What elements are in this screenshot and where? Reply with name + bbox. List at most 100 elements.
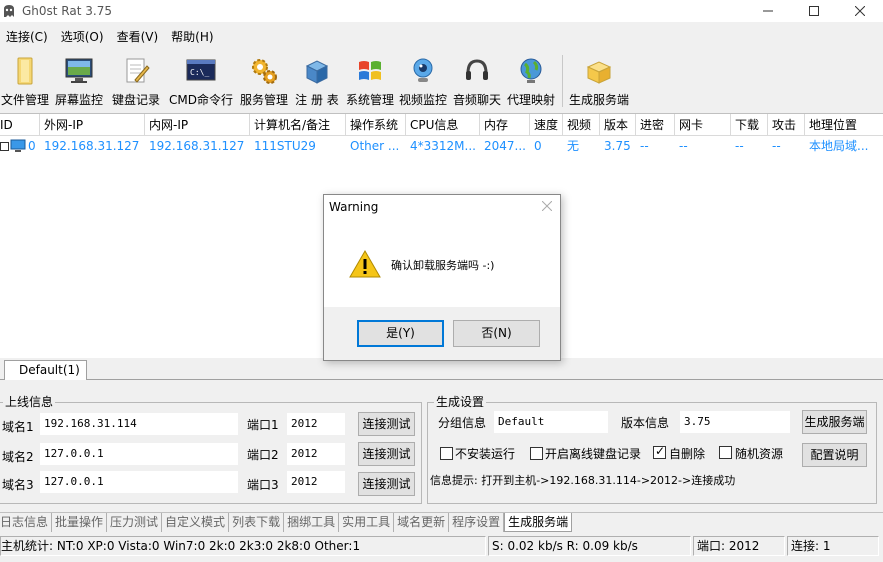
tab-domain-update[interactable]: 域名更新: [394, 513, 450, 532]
col-id[interactable]: ID: [0, 114, 40, 135]
test-connection-1-button[interactable]: 连接测试: [358, 412, 415, 436]
tab-build-server[interactable]: 生成服务端: [504, 513, 573, 532]
test-connection-2-button[interactable]: 连接测试: [358, 442, 415, 466]
dialog-yes-button[interactable]: 是(Y): [357, 320, 444, 347]
col-cpu[interactable]: CPU信息: [406, 114, 480, 135]
menu-help[interactable]: 帮助(H): [165, 26, 220, 48]
monitor-icon: [65, 58, 93, 83]
port1-input[interactable]: 2012: [287, 413, 345, 435]
no-install-checkbox[interactable]: [440, 447, 453, 460]
col-computer-name[interactable]: 计算机名/备注: [250, 114, 346, 135]
svg-text:C:\_: C:\_: [190, 68, 209, 77]
port2-input[interactable]: 2012: [287, 443, 345, 465]
tab-list-download[interactable]: 列表下载: [229, 513, 285, 532]
tab-log[interactable]: 日志信息: [0, 513, 53, 532]
cmd-icon: C:\_: [186, 59, 216, 81]
col-process[interactable]: 进密: [636, 114, 675, 135]
domain2-label: 域名2: [2, 450, 34, 464]
random-resource-checkbox[interactable]: [719, 446, 732, 459]
globe-icon: [520, 58, 542, 83]
group-info-input[interactable]: Default: [494, 411, 608, 433]
tab-default-group[interactable]: Default(1): [4, 360, 87, 380]
toolbar-service-manager-button[interactable]: 服务管理: [238, 52, 290, 110]
toolbar-registry-button[interactable]: 注 册 表: [290, 52, 344, 110]
computer-icon: [10, 139, 26, 152]
menu-view[interactable]: 查看(V): [111, 26, 166, 48]
col-location[interactable]: 地理位置: [805, 114, 883, 135]
toolbar-audio-chat-button[interactable]: 音频聊天: [450, 52, 504, 110]
toolbar-proxy-button[interactable]: 代理映射: [504, 52, 558, 110]
dialog-title-bar: Warning: [324, 195, 560, 221]
registry-icon: [305, 60, 329, 84]
col-lan-ip[interactable]: 内网-IP: [145, 114, 250, 135]
toolbar-file-manager-button[interactable]: 文件管理: [0, 52, 50, 110]
col-attack[interactable]: 攻击: [768, 114, 805, 135]
domain3-input[interactable]: 127.0.0.1: [40, 471, 238, 493]
notepad-icon: [126, 58, 150, 83]
tab-program-settings[interactable]: 程序设置: [449, 513, 505, 532]
col-download[interactable]: 下载: [731, 114, 768, 135]
dialog-close-button[interactable]: [541, 199, 553, 215]
config-help-button[interactable]: 配置说明: [802, 443, 867, 467]
tab-stress-test[interactable]: 压力测试: [107, 513, 163, 532]
table-row[interactable]: 0 192.168.31.127 192.168.31.127 111STU29…: [0, 136, 883, 156]
col-nic[interactable]: 网卡: [675, 114, 731, 135]
col-memory[interactable]: 内存: [480, 114, 530, 135]
headset-icon: [466, 59, 488, 80]
row-speed: 0: [534, 139, 542, 153]
tab-batch[interactable]: 批量操作: [52, 513, 108, 532]
row-video: 无: [567, 139, 580, 153]
dialog-no-button[interactable]: 否(N): [453, 320, 540, 347]
status-port: 端口: 2012: [693, 536, 785, 556]
test-connection-3-button[interactable]: 连接测试: [358, 472, 415, 496]
folder-icon: [17, 57, 33, 85]
col-version[interactable]: 版本: [600, 114, 636, 135]
toolbar-cmd-button[interactable]: C:\_ CMD命令行: [164, 52, 238, 110]
window-title: Gh0st Rat 3.75: [22, 4, 112, 18]
domain3-label: 域名3: [2, 478, 34, 492]
col-wan-ip[interactable]: 外网-IP: [40, 114, 145, 135]
row-version: 3.75: [604, 139, 631, 153]
toolbar-keylogger-button[interactable]: 键盘记录: [108, 52, 164, 110]
port3-label: 端口3: [247, 478, 279, 492]
maximize-button[interactable]: [791, 0, 837, 22]
row-memory: 2047...: [484, 139, 526, 153]
menu-bar: 连接(C) 选项(O) 查看(V) 帮助(H): [0, 26, 221, 48]
port3-input[interactable]: 2012: [287, 471, 345, 493]
menu-options[interactable]: 选项(O): [55, 26, 111, 48]
toolbar: 文件管理 屏幕监控 键盘记录 C:\_ CMD命令行 服务管理 注 册 表 系统…: [0, 52, 883, 110]
self-delete-checkbox[interactable]: [653, 444, 666, 459]
col-os[interactable]: 操作系统: [346, 114, 406, 135]
close-icon: [541, 200, 553, 212]
domain2-input[interactable]: 127.0.0.1: [40, 443, 238, 465]
build-server-button[interactable]: 生成服务端: [802, 410, 867, 434]
toolbar-build-server-button[interactable]: 生成服务端: [567, 52, 631, 110]
build-settings-legend: 生成设置: [434, 395, 487, 409]
domain1-label: 域名1: [2, 420, 34, 434]
toolbar-video-monitor-button[interactable]: 视频监控: [396, 52, 450, 110]
status-host-stats: 主机统计: NT:0 XP:0 Vista:0 Win7:0 2k:0 2k3:…: [0, 536, 486, 556]
minimize-icon: [763, 10, 773, 12]
row-lan-ip: 192.168.31.127: [149, 139, 245, 153]
row-process: --: [640, 139, 649, 153]
tab-bind-tool[interactable]: 捆绑工具: [284, 513, 340, 532]
toolbar-system-manager-button[interactable]: 系统管理: [344, 52, 396, 110]
toolbar-screen-monitor-button[interactable]: 屏幕监控: [50, 52, 108, 110]
col-speed[interactable]: 速度: [530, 114, 563, 135]
minimize-button[interactable]: [745, 0, 791, 22]
dialog-title: Warning: [329, 200, 379, 214]
bottom-tabs: 日志信息 批量操作 压力测试 自定义模式 列表下载 捆绑工具 实用工具 域名更新…: [0, 512, 883, 532]
app-ghost-icon: [2, 4, 16, 18]
tab-custom-mode[interactable]: 自定义模式: [162, 513, 230, 532]
port2-label: 端口2: [247, 448, 279, 462]
row-checkbox[interactable]: [0, 141, 9, 151]
menu-connect[interactable]: 连接(C): [0, 26, 55, 48]
row-location: 本地局域...: [809, 139, 869, 153]
version-info-input[interactable]: 3.75: [680, 411, 790, 433]
tab-utility[interactable]: 实用工具: [339, 513, 395, 532]
row-nic: --: [679, 139, 688, 153]
domain1-input[interactable]: 192.168.31.114: [40, 413, 238, 435]
offline-keylog-checkbox[interactable]: [530, 447, 543, 460]
close-window-button[interactable]: [837, 0, 883, 22]
col-video[interactable]: 视频: [563, 114, 600, 135]
